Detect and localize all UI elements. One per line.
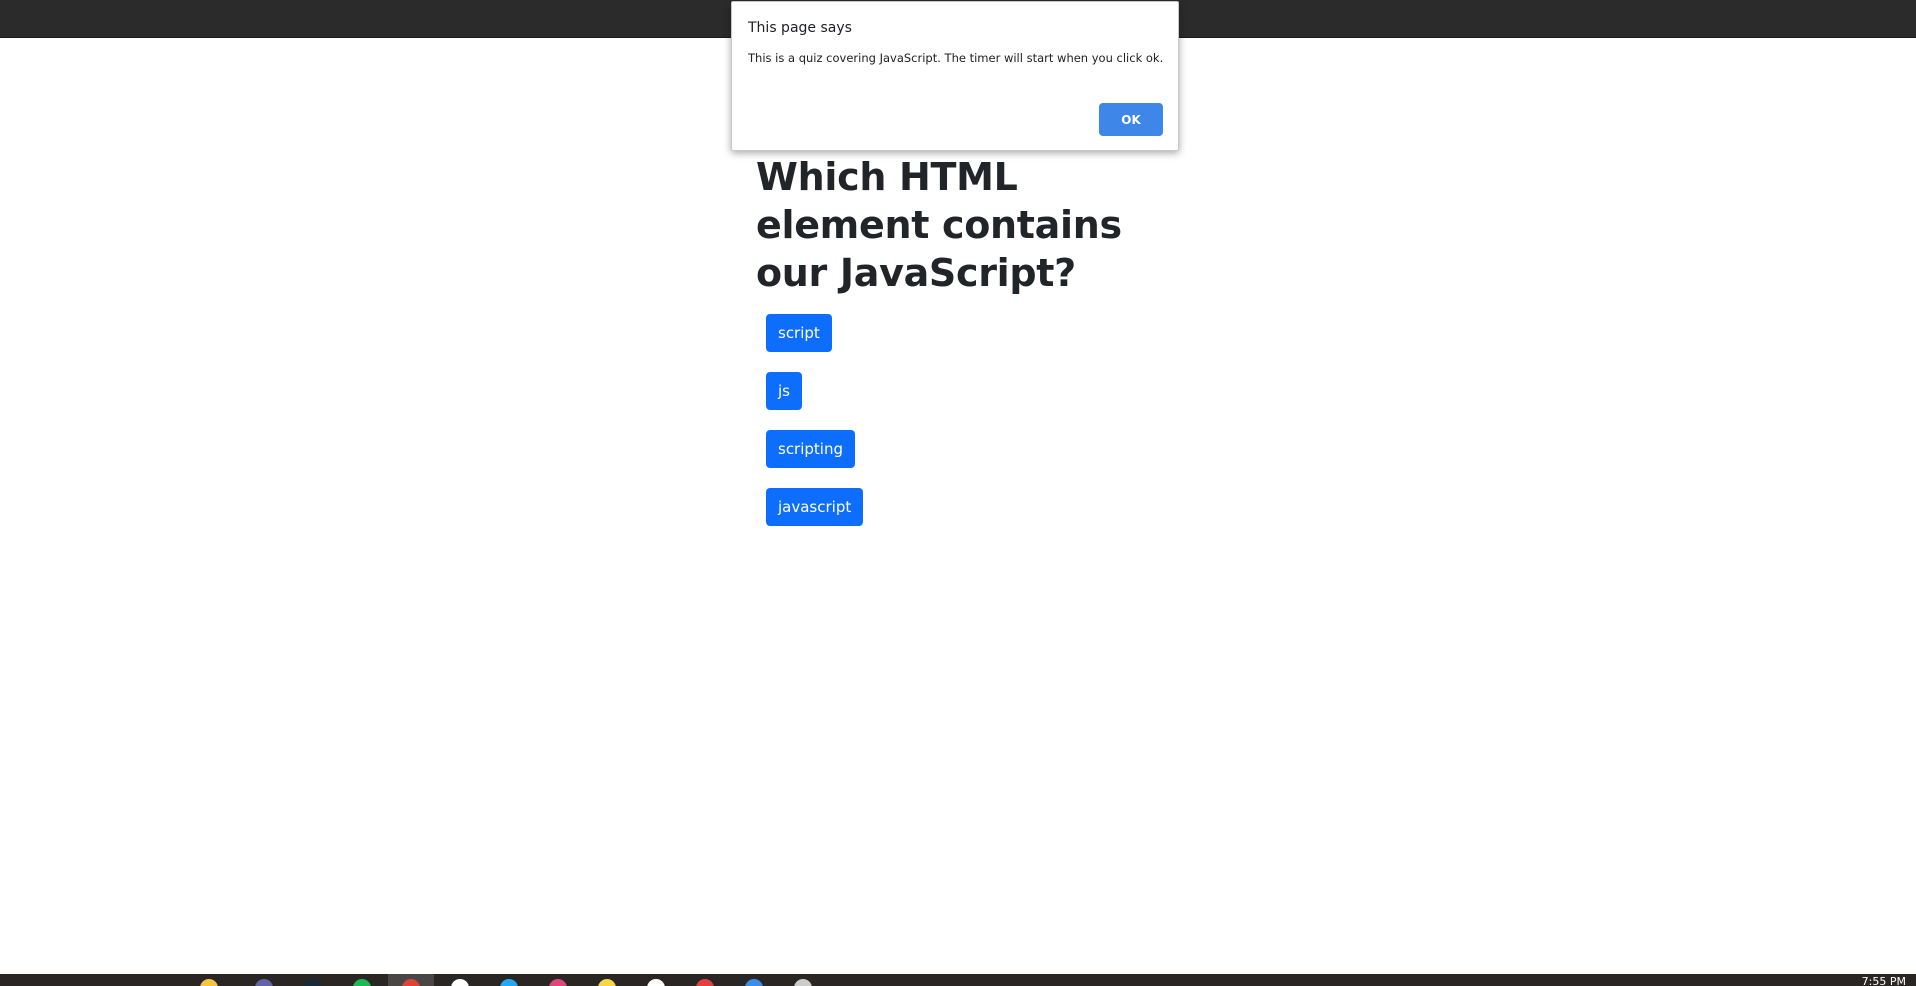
app-icon[interactable]: [696, 979, 714, 986]
alert-dialog: This page says This is a quiz covering J…: [731, 1, 1179, 151]
answer-button-scripting[interactable]: scripting: [766, 430, 855, 468]
spotify-icon[interactable]: [353, 979, 371, 986]
file-explorer-icon[interactable]: [200, 979, 218, 986]
app-icon[interactable]: [794, 979, 812, 986]
alert-message: This is a quiz covering JavaScript. The …: [748, 51, 1164, 65]
question-title: Which HTML element contains our JavaScri…: [756, 155, 1122, 295]
alert-ok-button[interactable]: OK: [1099, 103, 1163, 136]
quiz-container: Which HTML element contains our JavaScri…: [756, 153, 1156, 546]
answer-button-js[interactable]: js: [766, 372, 802, 410]
app-icon[interactable]: [745, 979, 763, 986]
sticky-notes-icon[interactable]: [598, 979, 616, 986]
app-icon[interactable]: [549, 979, 567, 986]
app-icon[interactable]: [647, 979, 665, 986]
teams-icon[interactable]: [255, 979, 273, 986]
answer-list: script js scripting javascript: [756, 314, 1156, 526]
vscode-icon[interactable]: [500, 979, 518, 986]
github-icon[interactable]: [451, 979, 469, 986]
steam-icon[interactable]: [304, 979, 322, 986]
answer-button-javascript[interactable]: javascript: [766, 488, 864, 526]
alert-title: This page says: [748, 20, 852, 36]
taskbar: 7:55 PM: [0, 974, 1916, 986]
taskbar-clock[interactable]: 7:55 PM: [1862, 975, 1906, 986]
answer-button-script[interactable]: script: [766, 314, 832, 352]
